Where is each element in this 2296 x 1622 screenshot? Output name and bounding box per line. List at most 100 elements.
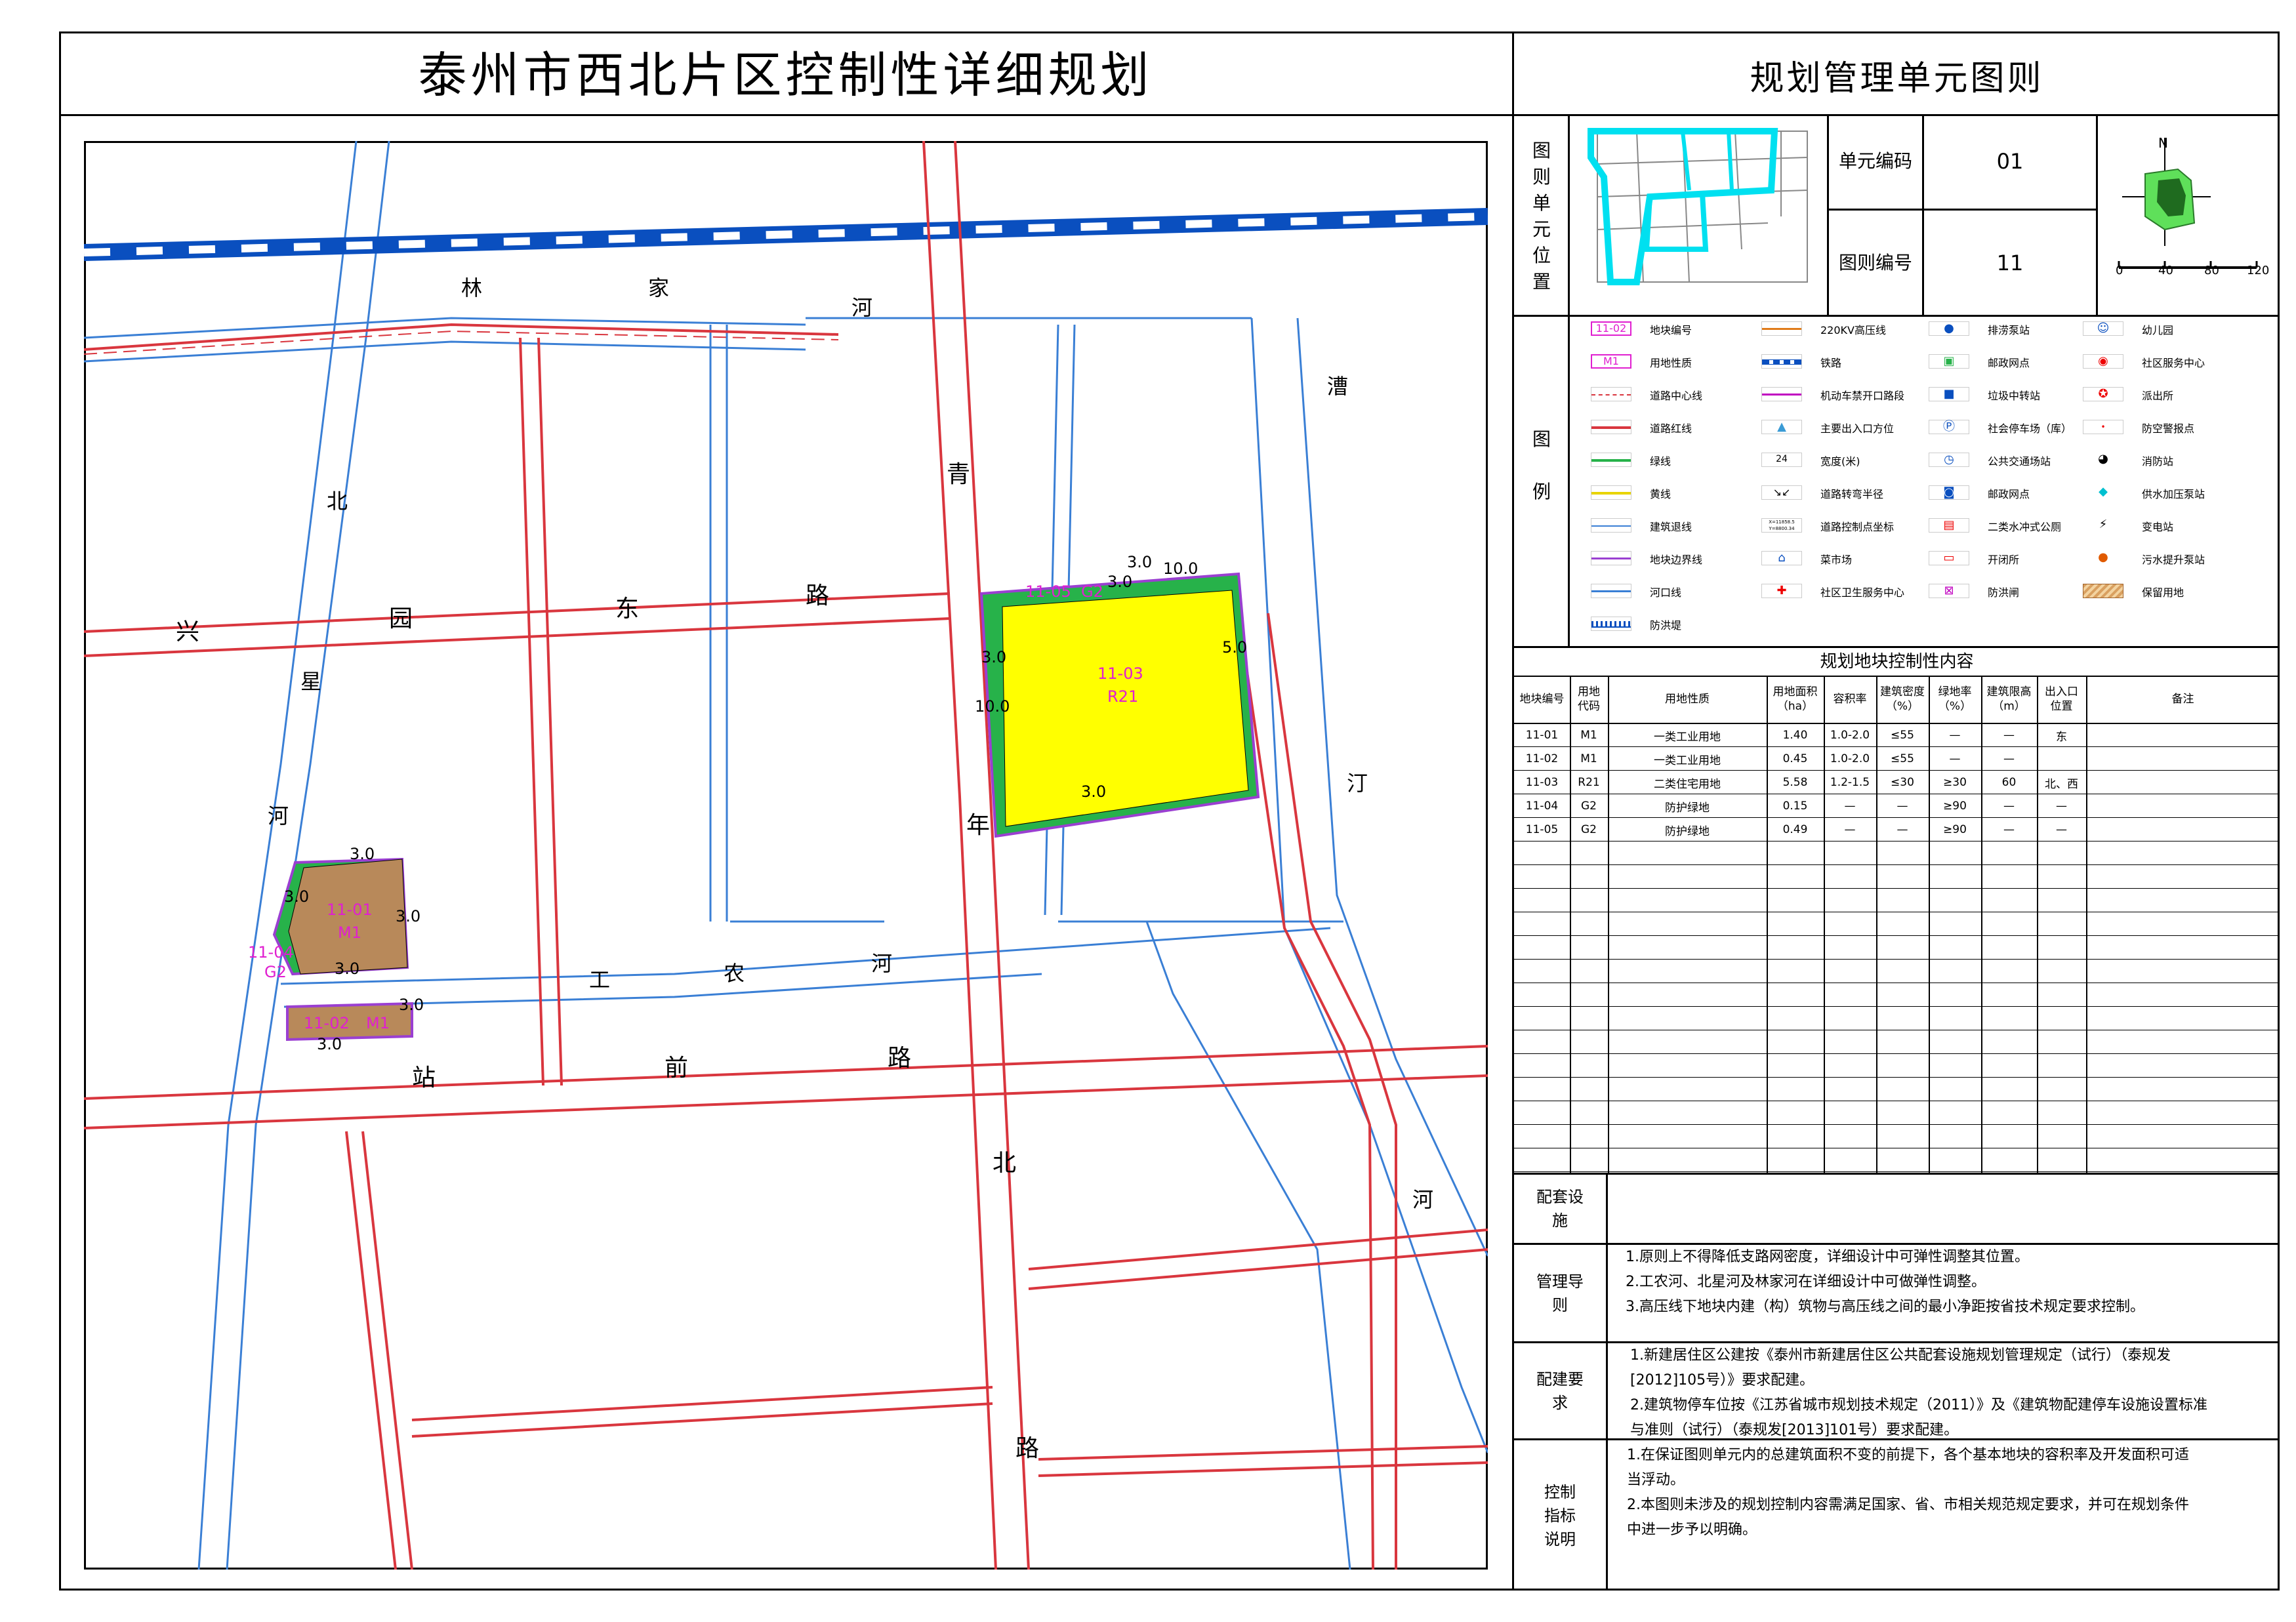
table-cell: 60 [2001,776,2017,789]
parking-icon: Ⓟ [1929,420,1969,434]
table-cell: — [2003,823,2015,836]
table-cell: — [1844,823,1856,836]
table-cell: — [2003,800,2015,813]
guide-line: 1.原则上不得降低支路网密度，详细设计中可弹性调整其位置。 [1626,1249,2029,1265]
scale-tick: 120 [2247,264,2270,277]
table-cell: — [1844,800,1856,813]
legend-text: 公共交通场站 [1988,455,2051,468]
table-cell: G2 [1581,800,1597,813]
table-row-line [1514,1171,2280,1172]
unit-code-label: 单元编码 [1838,150,1912,172]
setback-value: 3.0 [1081,782,1106,801]
table-cell: M1 [1580,752,1597,765]
table-cell: 东 [2056,730,2067,744]
toilet-icon: ▤ [1929,518,1969,533]
sewage-pump-icon: ● [2098,550,2108,564]
legend-text: 供水加压泵站 [2142,488,2205,500]
table-cell: 11-03 [1525,776,1559,789]
table-cell: M1 [1580,729,1597,742]
legend-symbol-hv [1761,321,1802,336]
substation-icon: ⚡ [2099,517,2108,531]
parcel-code: 11-02 [304,1014,350,1032]
kindergarten-icon: ☺ [2083,321,2123,336]
turn-radius-icon: ↘↙ [1761,485,1802,500]
explanation-line: 2.本图则未涉及的规划控制内容需满足国家、省、市相关规范规定要求，并可在规划条件 [1627,1497,2189,1513]
setback-value: 3.0 [1127,553,1152,571]
explanation-line: 当浮动。 [1627,1472,1685,1488]
legend-text: 宽度(米) [1820,455,1860,468]
legend-text: 220KV高压线 [1820,324,1886,336]
guide-line: 2.工农河、北星河及林家河在详细设计中可做弹性调整。 [1626,1274,1986,1290]
setback-value: 5.0 [1222,638,1247,657]
table-cell [2086,795,2280,817]
river-char: 河 [268,803,289,828]
legend-text: 防洪闸 [1988,586,2020,599]
table-header-cell: 绿地率（%） [1938,685,1972,713]
legend-text: 防空警报点 [2142,422,2195,435]
legend-text: 社区服务中心 [2142,357,2205,369]
market-icon: ⌂ [1761,551,1802,565]
legend-text: 社区卫生服务中心 [1820,586,1905,599]
table-cell: — [1949,729,1961,742]
parcel-use: M1 [338,923,361,942]
river-char: 河 [1412,1187,1433,1212]
table-row-line [1514,864,2280,865]
road-char: 兴 [176,618,199,645]
requirement-label: 配建要求 [1536,1369,1584,1412]
table-cell [2086,771,2280,794]
table-cell: — [1949,752,1961,765]
requirement-line: 1.新建居住区公建按《泰州市新建居住区公共配套设施规划管理规定（试行）（泰规发 [1630,1347,2171,1364]
table-cell: 1.2-1.5 [1830,776,1870,789]
legend-symbol-centerline [1591,387,1631,401]
table-cell: 一类工业用地 [1654,754,1721,767]
table-cell: — [1896,800,1908,813]
plan-map[interactable]: 兴 园 东 路 站 前 路 青 年 北 路 林 家 河 北 星 河 工 农 河 … [84,141,1488,1570]
table-row-line [1514,888,2280,889]
table-cell: — [2003,729,2015,742]
river-char: 北 [327,489,348,514]
divider [1514,1173,2280,1175]
legend-text: 排涝泵站 [1988,324,2030,336]
table-header-cell: 建筑限高（m） [1986,685,2032,713]
legend-symbol-yellowline [1591,485,1631,500]
bus-station-icon: ◷ [1929,453,1969,467]
parcel-code: 11-01 [327,901,373,919]
location-thumbnail [1588,128,1808,285]
divider [1568,315,1570,646]
table-cell: 防护绿地 [1665,824,1710,838]
guide-line: 3.高压线下地块内建（构）筑物与高压线之间的最小净距按省技术规定要求控制。 [1626,1299,2144,1315]
table-cell: G2 [1581,823,1597,836]
table-row-line [1514,1124,2280,1125]
legend-symbol: 24 [1761,453,1802,467]
table-cell: 二类住宅用地 [1654,777,1721,791]
table-cell: ≥90 [1943,823,1967,836]
setback-value: 3.0 [981,648,1006,666]
table-cell: 11-04 [1525,800,1559,813]
legend-text: 菜市场 [1820,554,1853,566]
legend-symbol-greenline [1591,453,1631,467]
table-cell: 11-01 [1525,729,1559,742]
parcel-use: R21 [1107,687,1138,706]
waste-transfer-icon: ■ [1929,387,1969,401]
table-cell: 0.15 [1782,800,1808,813]
table-header-cell: 备注 [2171,693,2194,706]
sheet-code-label: 图则编号 [1838,251,1912,274]
table-cell [2086,748,2280,770]
legend-text: 河口线 [1650,586,1682,599]
road-char: 路 [1015,1435,1039,1462]
sheet-code-value: 11 [1996,250,2024,275]
unit-code-value: 01 [1996,149,2024,174]
requirement-line: 2.建筑物停车位按《江苏省城市规划技术规定（2011）》及《建筑物配建停车设施设… [1630,1397,2207,1413]
setback-value: 10.0 [1163,559,1198,578]
legend-symbol: X=11858.5 Y=8800.34 [1761,518,1802,533]
road-char: 年 [966,812,990,839]
table-cell: 一类工业用地 [1654,730,1721,744]
legend-text: 道路控制点坐标 [1820,521,1895,533]
requirement-line: 与准则（试行）（泰规发[2013]101号）要求配建。 [1630,1422,1959,1438]
legend-symbol-no-opening [1761,387,1802,401]
legend-symbol-river [1591,584,1631,598]
legend-text: 保留用地 [2142,586,2184,599]
north-label: N [2158,135,2168,151]
legend-text: 黄线 [1650,488,1671,500]
setback-value: 3.0 [396,907,420,925]
